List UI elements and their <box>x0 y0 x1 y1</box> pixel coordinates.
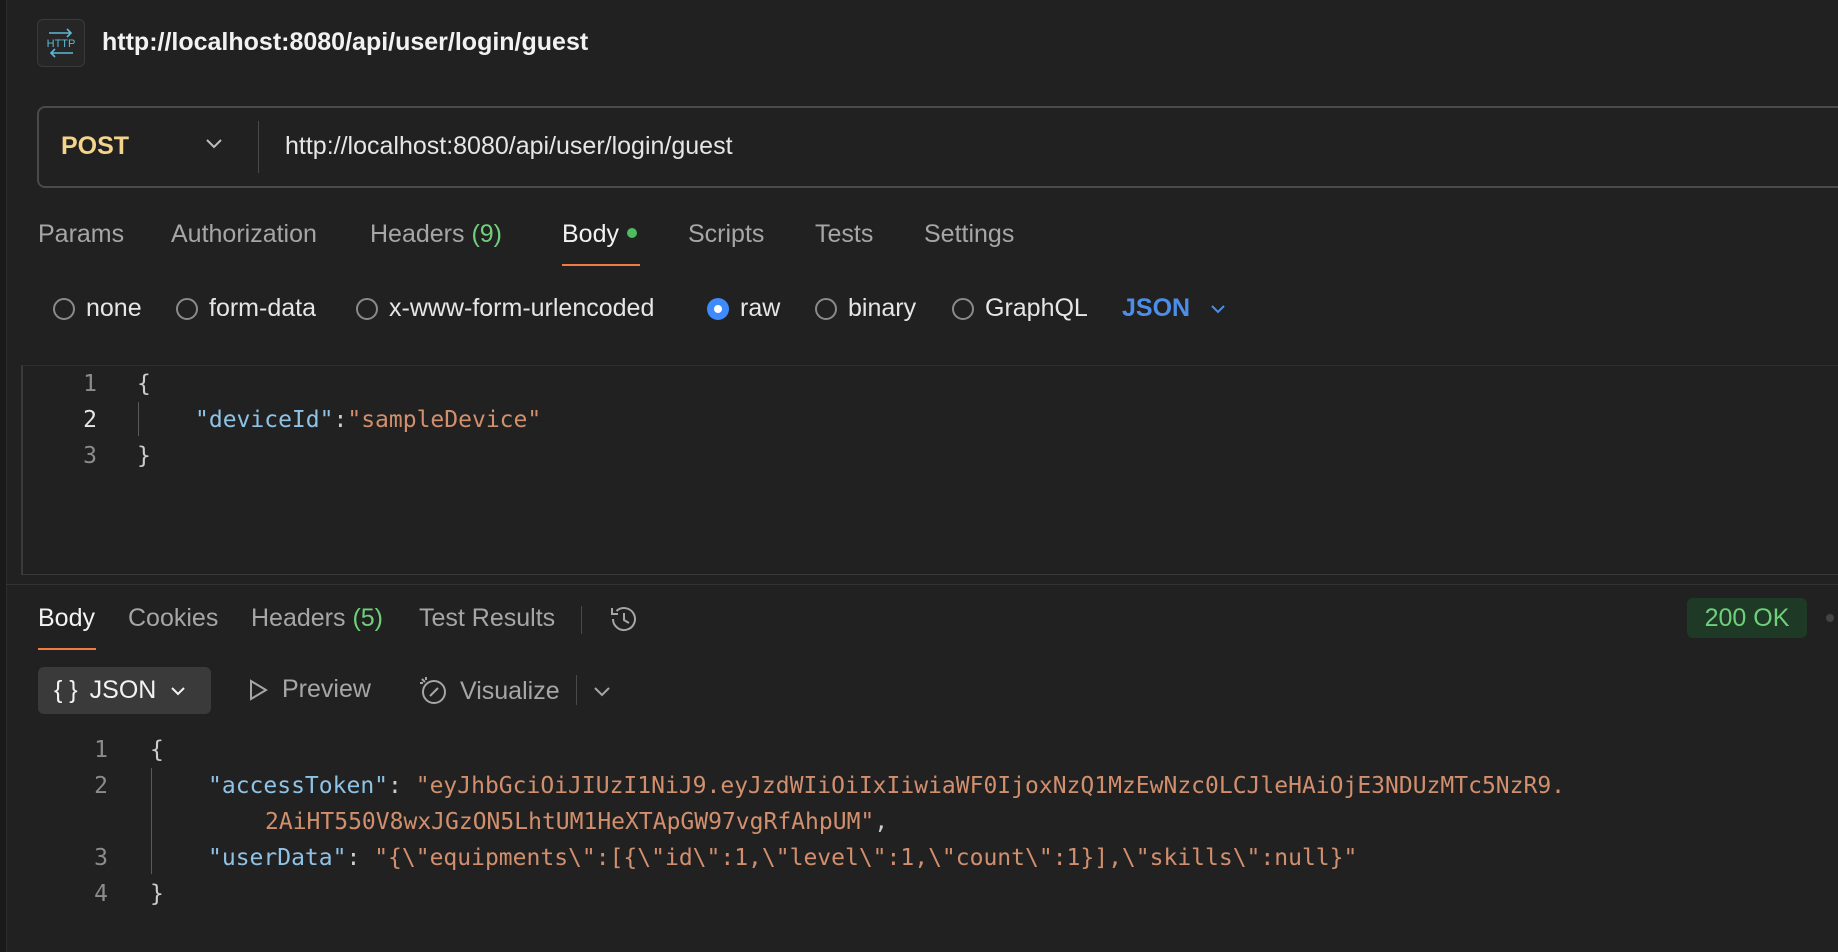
open-brace: { <box>150 737 164 763</box>
pane-splitter[interactable] <box>6 584 1838 585</box>
access-token-line: "accessToken": "eyJhbGciOiJIUzI1NiJ9.eyJ… <box>208 773 1566 799</box>
chevron-down-icon[interactable] <box>203 132 225 159</box>
radio-binary[interactable] <box>815 297 837 320</box>
url-bar: POST http://localhost:8080/api/user/logi… <box>37 106 1838 188</box>
line-number: 2 <box>94 773 108 799</box>
svg-text:HTTP: HTTP <box>47 38 76 50</box>
play-icon <box>246 678 270 702</box>
response-tab-body[interactable]: Body <box>38 604 95 633</box>
chevron-down-icon[interactable] <box>591 680 613 707</box>
close-brace: } <box>137 443 151 469</box>
indent-guide <box>138 402 139 436</box>
code-line-2: "deviceId":"sampleDevice" <box>195 407 542 433</box>
url-divider <box>258 121 259 173</box>
tab-headers[interactable]: Headers (9) <box>370 220 502 249</box>
chevron-down-icon <box>168 681 188 701</box>
response-tab-cookies[interactable]: Cookies <box>128 604 218 633</box>
open-brace: { <box>137 371 151 397</box>
response-tab-test-results[interactable]: Test Results <box>419 604 555 633</box>
history-icon[interactable] <box>607 602 641 641</box>
radio-graphql[interactable] <box>952 297 974 320</box>
tab-params[interactable]: Params <box>38 220 124 249</box>
raw-format-select[interactable]: JSON <box>1122 294 1228 323</box>
line-number: 4 <box>94 881 108 907</box>
body-type-binary[interactable]: binary <box>815 294 916 323</box>
visualize-icon <box>418 675 450 707</box>
line-number: 1 <box>94 737 108 763</box>
line-number: 1 <box>83 371 97 397</box>
user-data-line: "userData": "{\"equipments\":[{\"id\":1,… <box>208 845 1358 871</box>
response-format-select[interactable]: { } JSON <box>38 667 211 714</box>
headers-count: (9) <box>471 220 503 248</box>
active-tab-indicator <box>38 648 96 650</box>
method-select[interactable]: POST <box>61 132 129 161</box>
tab-body[interactable]: Body <box>562 220 637 249</box>
braces-icon: { } <box>54 676 78 704</box>
response-tab-headers[interactable]: Headers (5) <box>251 604 383 633</box>
line-number: 3 <box>94 845 108 871</box>
headers-count: (5) <box>352 604 384 632</box>
line-number: 2 <box>83 407 97 433</box>
radio-form-data[interactable] <box>176 297 198 320</box>
body-type-graphql[interactable]: GraphQL <box>952 294 1088 323</box>
http-icon: HTTP <box>37 19 85 67</box>
indent-guide <box>151 768 152 874</box>
visualize-button[interactable]: Visualize <box>418 675 560 707</box>
close-brace: } <box>150 881 164 907</box>
modified-dot <box>626 228 637 239</box>
chevron-down-icon <box>1208 299 1228 319</box>
toolbar-divider <box>576 675 577 705</box>
left-edge-panel <box>0 0 7 952</box>
radio-none[interactable] <box>53 297 75 320</box>
request-title[interactable]: http://localhost:8080/api/user/login/gue… <box>102 28 588 57</box>
toolbar-divider <box>581 606 582 634</box>
tab-tests[interactable]: Tests <box>815 220 873 249</box>
body-type-form-data[interactable]: form-data <box>176 294 316 323</box>
access-token-line-wrap: 2AiHT550V8wxJGzON5LhtUM1HeXTApGW97vgRfAh… <box>265 809 889 835</box>
more-dot <box>1826 614 1834 622</box>
body-type-urlencoded[interactable]: x-www-form-urlencoded <box>356 294 654 323</box>
tab-settings[interactable]: Settings <box>924 220 1014 249</box>
radio-raw[interactable] <box>707 297 729 320</box>
active-tab-indicator <box>562 264 640 266</box>
status-badge[interactable]: 200 OK <box>1687 598 1807 638</box>
radio-urlencoded[interactable] <box>356 297 378 320</box>
tab-scripts[interactable]: Scripts <box>688 220 764 249</box>
request-body-editor[interactable]: 1 2 3 { "deviceId":"sampleDevice" } <box>21 365 1838 575</box>
body-type-raw[interactable]: raw <box>707 294 780 323</box>
preview-button[interactable]: Preview <box>246 675 371 704</box>
url-input[interactable]: http://localhost:8080/api/user/login/gue… <box>285 132 733 161</box>
tab-authorization[interactable]: Authorization <box>171 220 317 249</box>
body-type-none[interactable]: none <box>53 294 142 323</box>
line-number: 3 <box>83 443 97 469</box>
